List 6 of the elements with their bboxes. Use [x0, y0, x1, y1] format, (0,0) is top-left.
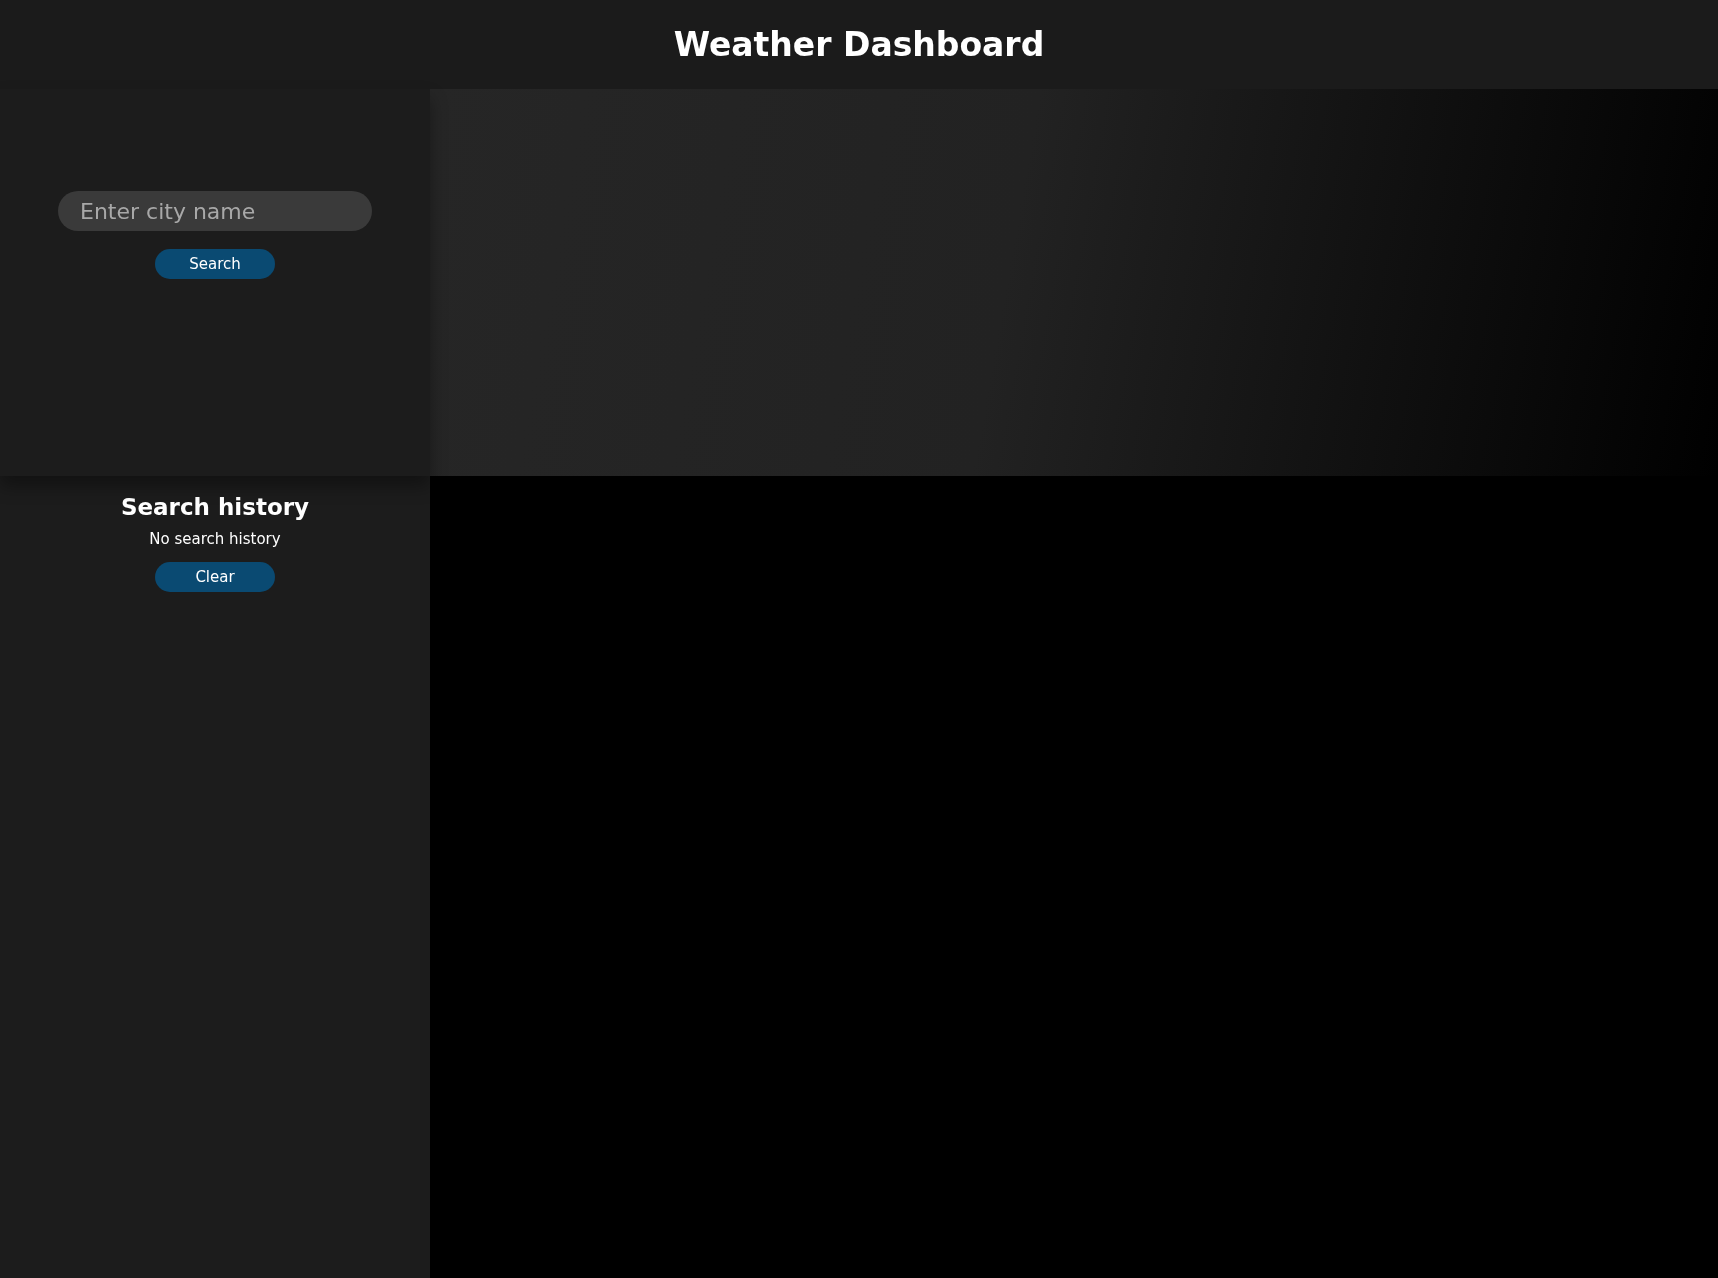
search-button[interactable]: Search	[155, 249, 275, 279]
clear-button[interactable]: Clear	[155, 562, 275, 592]
history-heading: Search history	[120, 494, 310, 520]
page-title: Weather Dashboard	[673, 25, 1045, 64]
empty-history-text: No search history	[149, 530, 281, 548]
city-search-field[interactable]: Enter city name	[58, 191, 372, 231]
